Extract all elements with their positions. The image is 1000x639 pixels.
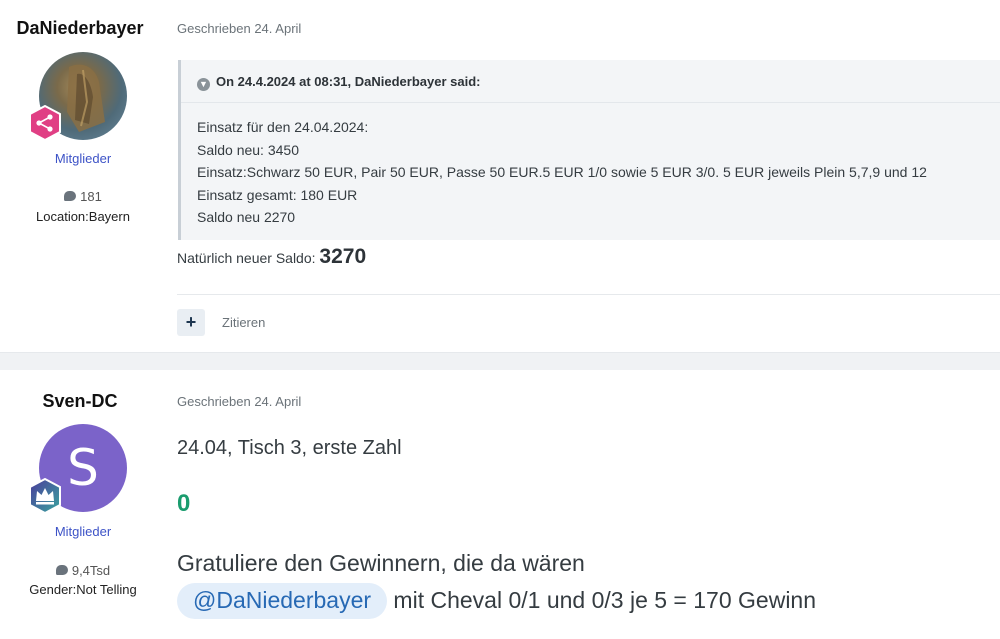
- quote-header-text: On 24.4.2024 at 08:31, DaNiederbayer sai…: [216, 74, 481, 89]
- share-badge-icon: [27, 104, 63, 142]
- saldo-text: Natürlich neuer Saldo:: [177, 250, 320, 266]
- post-sven-dc: Sven-DC S Mitglieder 9,4Tsd Gender:Not T…: [0, 370, 1000, 639]
- post-count-value: 9,4Tsd: [71, 563, 111, 578]
- quote-line: Einsatz für den 24.04.2024:: [197, 119, 369, 135]
- author-name[interactable]: DaNiederbayer: [0, 18, 160, 39]
- plus-button[interactable]: +: [177, 309, 205, 336]
- comment-icon: [55, 565, 68, 575]
- crown-badge-icon: [27, 477, 63, 515]
- quote-block: ▼ On 24.4.2024 at 08:31, DaNiederbayer sa…: [178, 60, 1000, 240]
- post-line: Gratuliere den Gewinnern, die da wären: [177, 550, 585, 576]
- location-field: Location:Bayern: [0, 209, 166, 224]
- quote-line: Einsatz:Schwarz 50 EUR, Pair 50 EUR, Pas…: [197, 164, 927, 180]
- post-count: 9,4Tsd: [0, 563, 166, 578]
- quote-button[interactable]: Zitieren: [222, 315, 265, 330]
- location-value: Bayern: [88, 209, 130, 224]
- gender-field: Gender:Not Telling: [0, 582, 166, 597]
- chevron-down-icon[interactable]: ▼: [197, 78, 210, 91]
- quote-line: Einsatz gesamt: 180 EUR: [197, 186, 358, 203]
- post-count: 181: [0, 189, 166, 204]
- user-mention-link[interactable]: @DaNiederbayer: [177, 583, 388, 619]
- post-line: @DaNiederbayer mit Cheval 0/1 und 0/3 je…: [177, 583, 816, 619]
- post-daniederbayer: DaNiederbayer Mitglieder 181 Location:Ba…: [0, 0, 1000, 352]
- post-separator: [0, 352, 1000, 370]
- quote-line: Saldo neu: 3450: [197, 141, 299, 158]
- saldo-line: Natürlich neuer Saldo: 3270: [177, 245, 366, 269]
- quote-line: Saldo neu 2270: [197, 209, 296, 225]
- post-line-text: mit Cheval 0/1 und 0/3 je 5 = 170 Gewinn: [387, 587, 817, 613]
- gender-label: Gender:: [29, 582, 77, 597]
- author-name[interactable]: Sven-DC: [0, 391, 160, 412]
- post-date[interactable]: Geschrieben 24. April: [177, 394, 301, 409]
- post-line: 24.04, Tisch 3, erste Zahl: [177, 437, 402, 459]
- post-date[interactable]: Geschrieben 24. April: [177, 21, 301, 36]
- post-count-value: 181: [80, 189, 102, 204]
- gender-value: Not Telling: [76, 582, 137, 597]
- result-number: 0: [177, 490, 191, 517]
- saldo-value: 3270: [319, 245, 367, 268]
- quote-header[interactable]: ▼ On 24.4.2024 at 08:31, DaNiederbayer sa…: [181, 60, 1000, 103]
- quote-body: Einsatz für den 24.04.2024: Saldo neu: 3…: [181, 103, 1000, 229]
- location-label: Location:: [36, 209, 89, 224]
- comment-icon: [64, 191, 77, 201]
- post-divider: [177, 294, 1000, 295]
- user-group-link[interactable]: Mitglieder: [0, 524, 166, 539]
- user-group-link[interactable]: Mitglieder: [0, 151, 166, 166]
